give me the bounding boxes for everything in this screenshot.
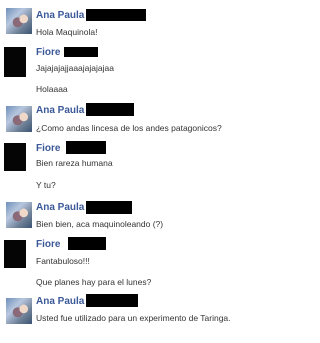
message-text: Jajajajajjaaajajajajaa	[36, 63, 114, 73]
sender-name[interactable]: Fiore	[36, 143, 60, 155]
sender-name[interactable]: Ana Paula	[36, 296, 84, 308]
message-text: Holaaaa	[36, 84, 68, 94]
redaction-bar	[86, 201, 132, 214]
avatar[interactable]	[4, 47, 26, 77]
redaction-bar	[86, 103, 134, 116]
message-text: Fantabuloso!!!	[36, 256, 90, 266]
avatar[interactable]	[6, 202, 32, 228]
redaction-bar	[86, 9, 146, 21]
redaction-bar	[66, 141, 106, 154]
message-text: Bien rareza humana	[36, 158, 113, 168]
avatar[interactable]	[6, 298, 32, 324]
sender-name[interactable]: Fiore	[36, 47, 60, 59]
message-text: Bien bien, aca maquinoleando (?)	[36, 219, 164, 229]
sender-name[interactable]: Fiore	[36, 239, 60, 251]
avatar[interactable]	[4, 240, 26, 268]
avatar[interactable]	[6, 8, 32, 34]
message-text: Que planes hay para el lunes?	[36, 277, 152, 287]
sender-name[interactable]: Ana Paula	[36, 202, 84, 214]
avatar[interactable]	[4, 143, 26, 171]
sender-name[interactable]: Ana Paula	[36, 105, 84, 117]
message-text: ¿Como andas lincesa de los andes patagon…	[36, 123, 222, 133]
redaction-bar	[68, 237, 106, 250]
redaction-bar	[86, 294, 138, 307]
message-text: Y tu?	[36, 180, 56, 190]
redaction-bar	[64, 47, 98, 57]
message-text: Hola Maquinola!	[36, 27, 98, 37]
sender-name[interactable]: Ana Paula	[36, 10, 84, 22]
message-text: Usted fue utilizado para un experimento …	[36, 313, 231, 323]
avatar[interactable]	[6, 106, 32, 132]
